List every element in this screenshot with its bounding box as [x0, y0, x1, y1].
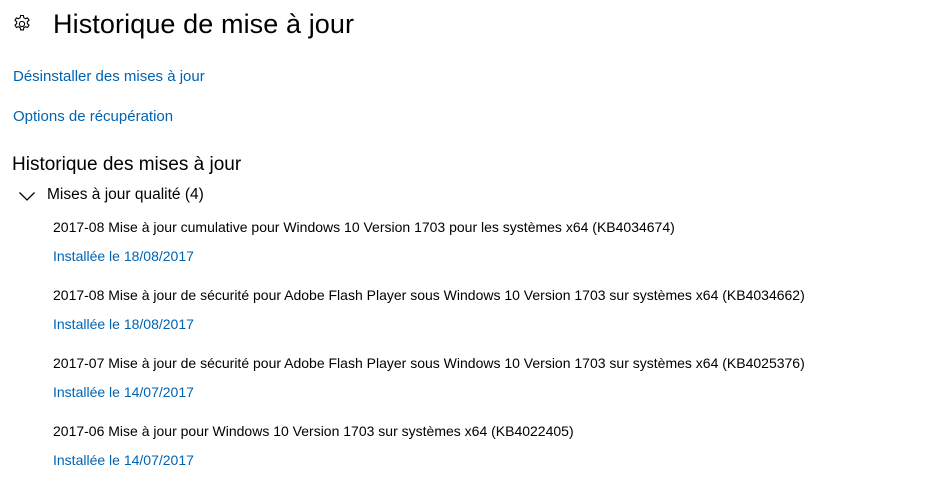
list-item: 2017-06 Mise à jour pour Windows 10 Vers… [53, 421, 923, 489]
update-status-link[interactable]: Installée le 14/07/2017 [53, 384, 194, 400]
update-title-link[interactable]: 2017-08 Mise à jour cumulative pour Wind… [53, 219, 675, 235]
update-status-link[interactable]: Installée le 14/07/2017 [53, 452, 194, 468]
update-status-link[interactable]: Installée le 18/08/2017 [53, 248, 194, 264]
uninstall-updates-link[interactable]: Désinstaller des mises à jour [13, 68, 205, 85]
update-history-title: Historique des mises à jour [12, 154, 242, 175]
quality-updates-label: Mises à jour qualité (4) [47, 186, 204, 203]
page-title: Historique de mise à jour [53, 8, 355, 39]
quality-updates-toggle[interactable]: Mises à jour qualité (4) [18, 184, 204, 206]
chevron-down-icon [18, 189, 36, 201]
update-title-link[interactable]: 2017-06 Mise à jour pour Windows 10 Vers… [53, 423, 574, 439]
gear-icon [12, 14, 32, 34]
page-header: Historique de mise à jour [12, 6, 354, 42]
list-item: 2017-08 Mise à jour cumulative pour Wind… [53, 217, 923, 285]
list-item: 2017-07 Mise à jour de sécurité pour Ado… [53, 353, 923, 421]
list-item: 2017-08 Mise à jour de sécurité pour Ado… [53, 285, 923, 353]
update-title-link[interactable]: 2017-07 Mise à jour de sécurité pour Ado… [53, 355, 805, 371]
update-list: 2017-08 Mise à jour cumulative pour Wind… [53, 217, 923, 489]
update-status-link[interactable]: Installée le 18/08/2017 [53, 316, 194, 332]
recovery-options-link[interactable]: Options de récupération [13, 108, 173, 125]
update-title-link[interactable]: 2017-08 Mise à jour de sécurité pour Ado… [53, 287, 805, 303]
